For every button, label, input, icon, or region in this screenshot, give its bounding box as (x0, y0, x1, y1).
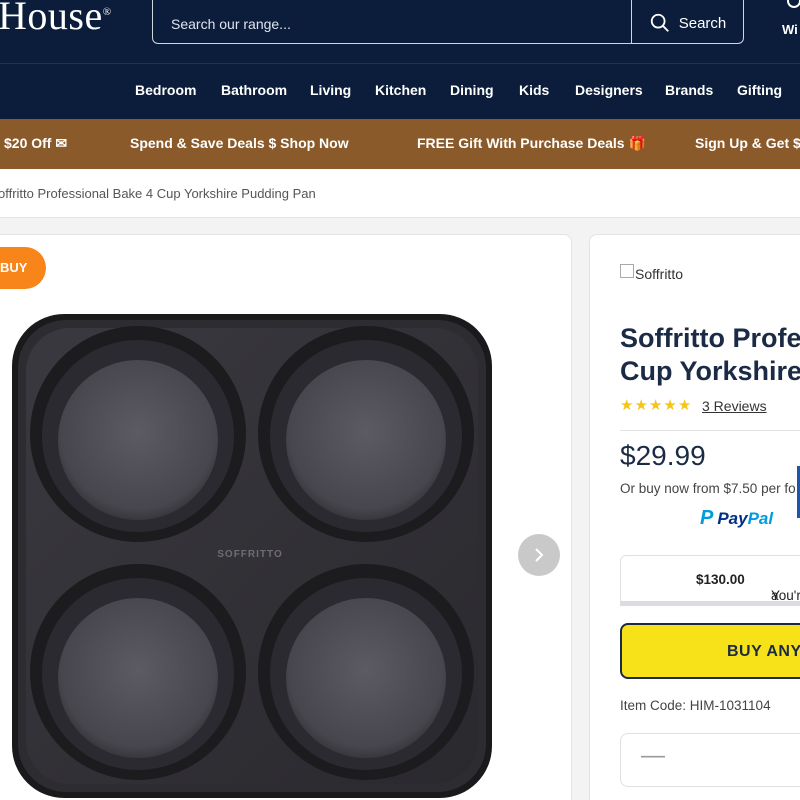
nav-item-bathroom[interactable]: Bathroom (221, 82, 287, 98)
product-price: $29.99 (620, 440, 706, 471)
chevron-right-icon (535, 548, 544, 562)
paypal-label-pay: Pay (717, 508, 748, 528)
pan-cup-top-left (30, 326, 246, 542)
site-logo[interactable]: House® (0, 0, 112, 39)
wishlist-label: Wi (782, 22, 798, 37)
nav-item-designers[interactable]: Designers (575, 82, 643, 98)
star-icon: ★ (620, 397, 635, 414)
pan-cup-bottom-right (258, 564, 474, 780)
savings-amount: $130.00 (696, 572, 745, 587)
buy-button[interactable]: BUY ANY (620, 623, 800, 679)
star-icon: ★ (634, 397, 649, 414)
logo-text: House (0, 0, 103, 38)
nav-item-bedroom[interactable]: Bedroom (135, 82, 196, 98)
nav-item-kitchen[interactable]: Kitchen (375, 82, 426, 98)
paypal-label-pal: Pal (747, 508, 774, 528)
promo-item-spend-save[interactable]: Spend & Save Deals $ Shop Now (130, 135, 349, 151)
pan-brand-engraving: SOFFRITTO (217, 549, 282, 560)
pan-cup-top-right (258, 326, 474, 542)
product-title-line-2: Cup Yorkshire (620, 356, 800, 386)
broken-image-icon (620, 264, 634, 278)
search-button[interactable]: Search (631, 0, 743, 43)
gallery-next-button[interactable] (518, 534, 560, 576)
quantity-stepper: — (620, 733, 800, 787)
pan-cup-bottom-left (30, 564, 246, 780)
promo-bar: $20 Off ✉ Spend & Save Deals $ Shop Now … (0, 119, 800, 169)
heart-icon (787, 0, 800, 8)
nav-item-dining[interactable]: Dining (450, 82, 494, 98)
star-icon: ★ (663, 397, 678, 414)
savings-box: You're $130.00 a (620, 555, 800, 605)
breadcrumb: offritto Professional Bake 4 Cup Yorkshi… (0, 169, 800, 218)
product-image[interactable]: SOFFRITTO (10, 312, 494, 800)
paypal-icon: P (700, 507, 714, 529)
product-title: Soffritto Profes Cup Yorkshire (620, 322, 800, 388)
buy-button-label: BUY ANY (727, 643, 800, 660)
nav-item-gifting[interactable]: Gifting (737, 82, 782, 98)
nav-item-living[interactable]: Living (310, 82, 351, 98)
product-title-line-1: Soffritto Profes (620, 323, 800, 353)
item-code: Item Code: HIM-1031104 (620, 698, 771, 713)
divider (620, 430, 800, 431)
category-nav: Bedroom Bathroom Living Kitchen Dining K… (0, 63, 800, 119)
product-page: House® Search Wi Bedroom Bathroom Living… (0, 0, 800, 800)
promo-item-discount[interactable]: $20 Off ✉ (4, 135, 67, 152)
brand-alt-text: Soffritto (635, 266, 683, 282)
breadcrumb-current[interactable]: offritto Professional Bake 4 Cup Yorkshi… (0, 186, 316, 201)
star-icon: ★ (677, 397, 693, 414)
wishlist-link[interactable]: Wi (778, 0, 800, 44)
search-input[interactable] (171, 13, 611, 35)
nav-item-brands[interactable]: Brands (665, 82, 713, 98)
quantity-decrease-button[interactable]: — (641, 742, 665, 770)
logo-registered-mark: ® (102, 6, 112, 18)
search-bar: Search (152, 0, 744, 44)
brand-logo[interactable]: Soffritto (620, 264, 683, 282)
site-header: House® Search Wi (0, 0, 800, 63)
star-icon: ★ (648, 397, 664, 414)
promo-item-signup[interactable]: Sign Up & Get $ (695, 135, 800, 151)
savings-progress-bar (620, 601, 800, 606)
nav-item-kids[interactable]: Kids (519, 82, 549, 98)
search-icon (650, 13, 669, 32)
reviews-link[interactable]: 3 Reviews (702, 398, 767, 414)
buy-badge: BUY (0, 247, 46, 289)
paypal-logo[interactable]: P PayPal (700, 507, 773, 530)
promo-item-free-gift[interactable]: FREE Gift With Purchase Deals 🎁 (417, 135, 646, 152)
installments-text: Or buy now from $7.50 per fo (620, 481, 796, 496)
search-button-label: Search (678, 14, 727, 32)
rating-stars: ★★★★★ (620, 396, 692, 414)
